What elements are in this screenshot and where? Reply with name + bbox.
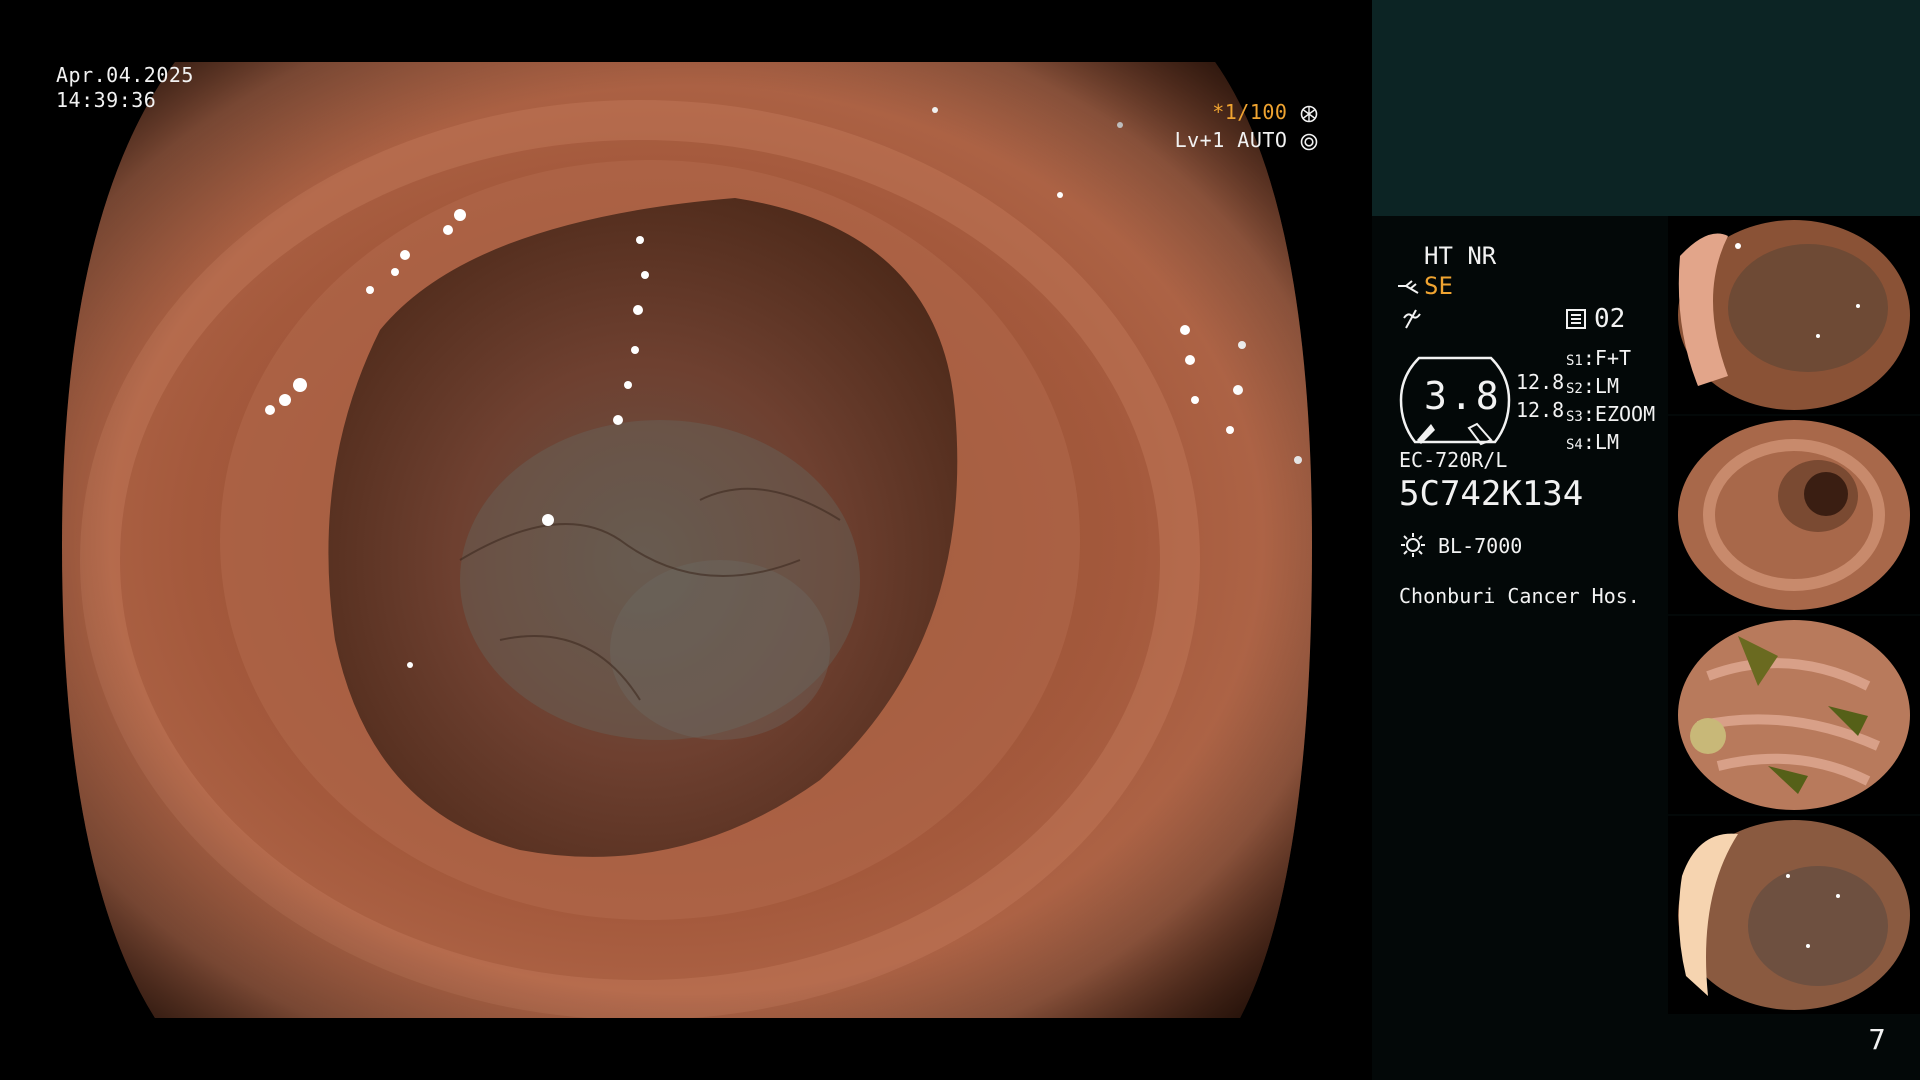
level-text: Lv+1 AUTO bbox=[1174, 128, 1288, 152]
endoscopy-image bbox=[62, 62, 1312, 1018]
scale-top-text: 12.8 bbox=[1516, 370, 1565, 394]
hospital-text: Chonburi Cancer Hos. bbox=[1399, 584, 1640, 608]
thumbnail-image bbox=[1668, 216, 1920, 414]
datetime-overlay: Apr.04.2025 14:39:36 bbox=[56, 63, 194, 113]
thumbnail-1[interactable] bbox=[1668, 216, 1920, 414]
scope-model-text: EC-720R/L bbox=[1399, 448, 1508, 472]
switch-row-s2: S2:LM bbox=[1566, 374, 1619, 398]
thumbnail-4[interactable] bbox=[1668, 816, 1920, 1014]
shutter-text: *1/100 bbox=[1212, 100, 1288, 124]
switch-row-s3: S3:EZOOM bbox=[1566, 402, 1656, 426]
exposure-overlay: *1/100 Lv+1 AUTO bbox=[1175, 98, 1318, 154]
switch-row-s1: S1:F+T bbox=[1566, 346, 1632, 370]
mode-text: HT NR bbox=[1424, 242, 1497, 270]
switch-row-s4: S4:LM bbox=[1566, 430, 1619, 454]
se-text: SE bbox=[1424, 272, 1453, 300]
thumbnail-3[interactable] bbox=[1668, 616, 1920, 814]
scope-tip-icon bbox=[1398, 280, 1419, 294]
thumbnail-image bbox=[1668, 416, 1920, 614]
light-source-text: BL-7000 bbox=[1438, 534, 1523, 558]
dial-value-text: 3.8 bbox=[1424, 374, 1502, 418]
freeze-icon bbox=[1403, 309, 1421, 329]
device-info: HT NR SE 02 3.8 12.8 12.8 S1:F+T S2:LM S… bbox=[1372, 216, 1672, 1080]
page-number: 7 bbox=[1868, 1023, 1886, 1056]
time-text: 14:39:36 bbox=[56, 88, 157, 112]
thumbnail-image bbox=[1668, 616, 1920, 814]
thumbnail-2[interactable] bbox=[1668, 416, 1920, 614]
info-panel: HT NR SE 02 3.8 12.8 12.8 S1:F+T S2:LM S… bbox=[1372, 0, 1920, 1080]
endoscope-view: Apr.04.2025 14:39:36 *1/100 Lv+1 AUTO bbox=[0, 0, 1372, 1080]
thumbnail-image bbox=[1668, 816, 1920, 1014]
thumbnail-strip bbox=[1668, 216, 1920, 1016]
switch-list: S1:F+T S2:LM S3:EZOOM S4:LM bbox=[1566, 346, 1655, 458]
memory-icon bbox=[1566, 309, 1586, 329]
scale-bottom-text: 12.8 bbox=[1516, 398, 1565, 422]
serial-text: 5C742K134 bbox=[1399, 474, 1584, 514]
panel-header-area bbox=[1372, 0, 1920, 216]
aperture-icon bbox=[1300, 105, 1318, 122]
date-text: Apr.04.2025 bbox=[56, 63, 194, 87]
iris-icon bbox=[1300, 133, 1318, 150]
memo-count-text: 02 bbox=[1594, 304, 1626, 334]
lamp-icon bbox=[1401, 533, 1425, 557]
